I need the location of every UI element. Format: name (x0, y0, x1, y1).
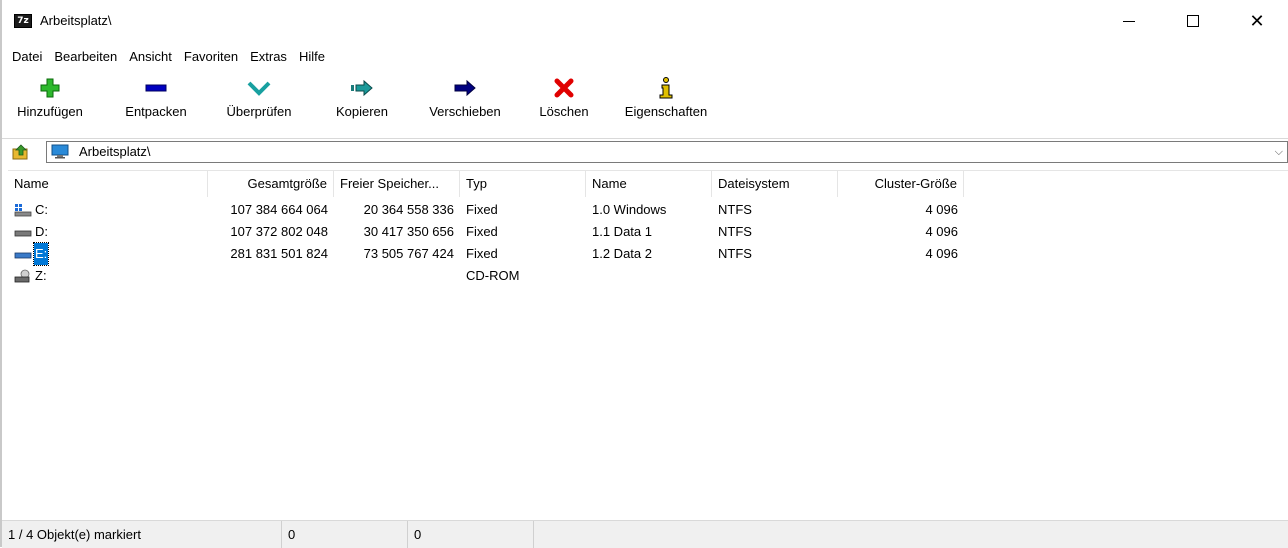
copy-label: Kopieren (335, 104, 389, 119)
address-path: Arbeitsplatz\ (79, 144, 151, 159)
volume-label: 1.1 Data 1 (592, 224, 652, 239)
column-header-filesystem[interactable]: Dateisystem (712, 171, 838, 197)
drive-name: C: (35, 202, 48, 217)
volume-label: 1.0 Windows (592, 202, 667, 217)
address-bar: Arbeitsplatz\ ⌵ (2, 138, 1288, 165)
drive-type: Fixed (466, 224, 498, 239)
column-header-name[interactable]: Name (8, 171, 208, 197)
app-window: 7z Arbeitsplatz\ ✕ Datei Bearbeiten Ansi… (0, 0, 1288, 548)
cdrom-drive-icon (14, 269, 30, 283)
drive-name: E: (32, 242, 50, 266)
drive-type: CD-ROM (466, 268, 520, 283)
menu-datei[interactable]: Datei (2, 46, 48, 68)
address-combobox[interactable]: Arbeitsplatz\ ⌵ (46, 141, 1288, 163)
menu-bearbeiten[interactable]: Bearbeiten (48, 46, 123, 68)
close-icon: ✕ (1249, 10, 1265, 32)
cluster-size: 4 096 (925, 246, 958, 261)
menu-favoriten[interactable]: Favoriten (178, 46, 244, 68)
7zip-app-icon: 7z (14, 14, 32, 28)
drive-type: Fixed (466, 202, 498, 217)
chevron-down-icon[interactable]: ⌵ (1275, 145, 1283, 159)
add-label: Hinzufügen (17, 104, 83, 119)
info-icon (659, 77, 673, 99)
delete-button[interactable]: Löschen (532, 74, 596, 132)
maximize-button[interactable] (1170, 0, 1216, 42)
move-label: Verschieben (429, 104, 501, 119)
toolbar: Hinzufügen Entpacken Überprüfen Kopieren… (2, 74, 1288, 134)
total-size: 107 384 664 064 (230, 202, 328, 217)
extract-icon (145, 84, 167, 92)
add-icon (40, 78, 60, 98)
column-header-type[interactable]: Typ (460, 171, 586, 197)
extract-label: Entpacken (125, 104, 187, 119)
status-selection: 1 / 4 Objekt(e) markiert (2, 521, 282, 548)
hard-drive-icon (14, 252, 32, 259)
drive-list: Name Gesamtgröße Freier Speicher... Typ … (8, 170, 1288, 519)
drive-type: Fixed (466, 246, 498, 261)
delete-label: Löschen (539, 104, 589, 119)
table-row[interactable]: Z: CD-ROM (8, 265, 1288, 287)
extract-button[interactable]: Entpacken (114, 74, 198, 132)
menu-hilfe[interactable]: Hilfe (293, 46, 331, 68)
minimize-icon (1123, 20, 1135, 22)
copy-button[interactable]: Kopieren (326, 74, 398, 132)
menu-extras[interactable]: Extras (244, 46, 293, 68)
minimize-button[interactable] (1106, 0, 1152, 42)
move-button[interactable]: Verschieben (418, 74, 512, 132)
drive-name: Z: (35, 268, 47, 283)
close-button[interactable]: ✕ (1234, 0, 1280, 42)
column-header-free-space[interactable]: Freier Speicher... (334, 171, 460, 197)
free-space: 20 364 558 336 (363, 202, 454, 217)
menu-ansicht[interactable]: Ansicht (123, 46, 178, 68)
status-size: 0 (282, 521, 408, 548)
total-size: 281 831 501 824 (230, 246, 328, 261)
column-header-label[interactable]: Name (586, 171, 712, 197)
test-icon (247, 81, 271, 96)
column-header-total-size[interactable]: Gesamtgröße (208, 171, 334, 197)
column-header-cluster-size[interactable]: Cluster-Größe (838, 171, 964, 197)
move-icon (454, 79, 476, 97)
copy-icon (351, 79, 373, 97)
hard-drive-icon (14, 230, 32, 237)
properties-button[interactable]: Eigenschaften (614, 74, 718, 132)
table-row-selected[interactable]: E: 281 831 501 824 73 505 767 424 Fixed … (8, 242, 1288, 266)
volume-label: 1.2 Data 2 (592, 246, 652, 261)
drive-name: D: (35, 224, 48, 239)
test-button[interactable]: Überprüfen (216, 74, 302, 132)
maximize-icon (1187, 15, 1199, 27)
properties-label: Eigenschaften (624, 104, 708, 119)
free-space: 73 505 767 424 (363, 246, 454, 261)
cluster-size: 4 096 (925, 224, 958, 239)
filesystem: NTFS (718, 202, 752, 217)
table-row[interactable]: C: 107 384 664 064 20 364 558 336 Fixed … (8, 199, 1288, 221)
test-label: Überprüfen (226, 104, 292, 119)
status-bar: 1 / 4 Objekt(e) markiert 0 0 (2, 520, 1288, 548)
delete-icon (554, 78, 574, 98)
system-drive-icon (14, 204, 32, 217)
status-packed-size: 0 (408, 521, 534, 548)
table-row[interactable]: D: 107 372 802 048 30 417 350 656 Fixed … (8, 221, 1288, 243)
add-button[interactable]: Hinzufügen (6, 74, 94, 132)
free-space: 30 417 350 656 (363, 224, 454, 239)
window-title: Arbeitsplatz\ (40, 13, 112, 28)
up-folder-icon[interactable] (12, 144, 30, 160)
total-size: 107 372 802 048 (230, 224, 328, 239)
filesystem: NTFS (718, 246, 752, 261)
cluster-size: 4 096 (925, 202, 958, 217)
menu-bar: Datei Bearbeiten Ansicht Favoriten Extra… (2, 46, 331, 68)
filesystem: NTFS (718, 224, 752, 239)
computer-icon (51, 144, 69, 159)
title-bar[interactable]: 7z Arbeitsplatz\ ✕ (2, 0, 1288, 42)
